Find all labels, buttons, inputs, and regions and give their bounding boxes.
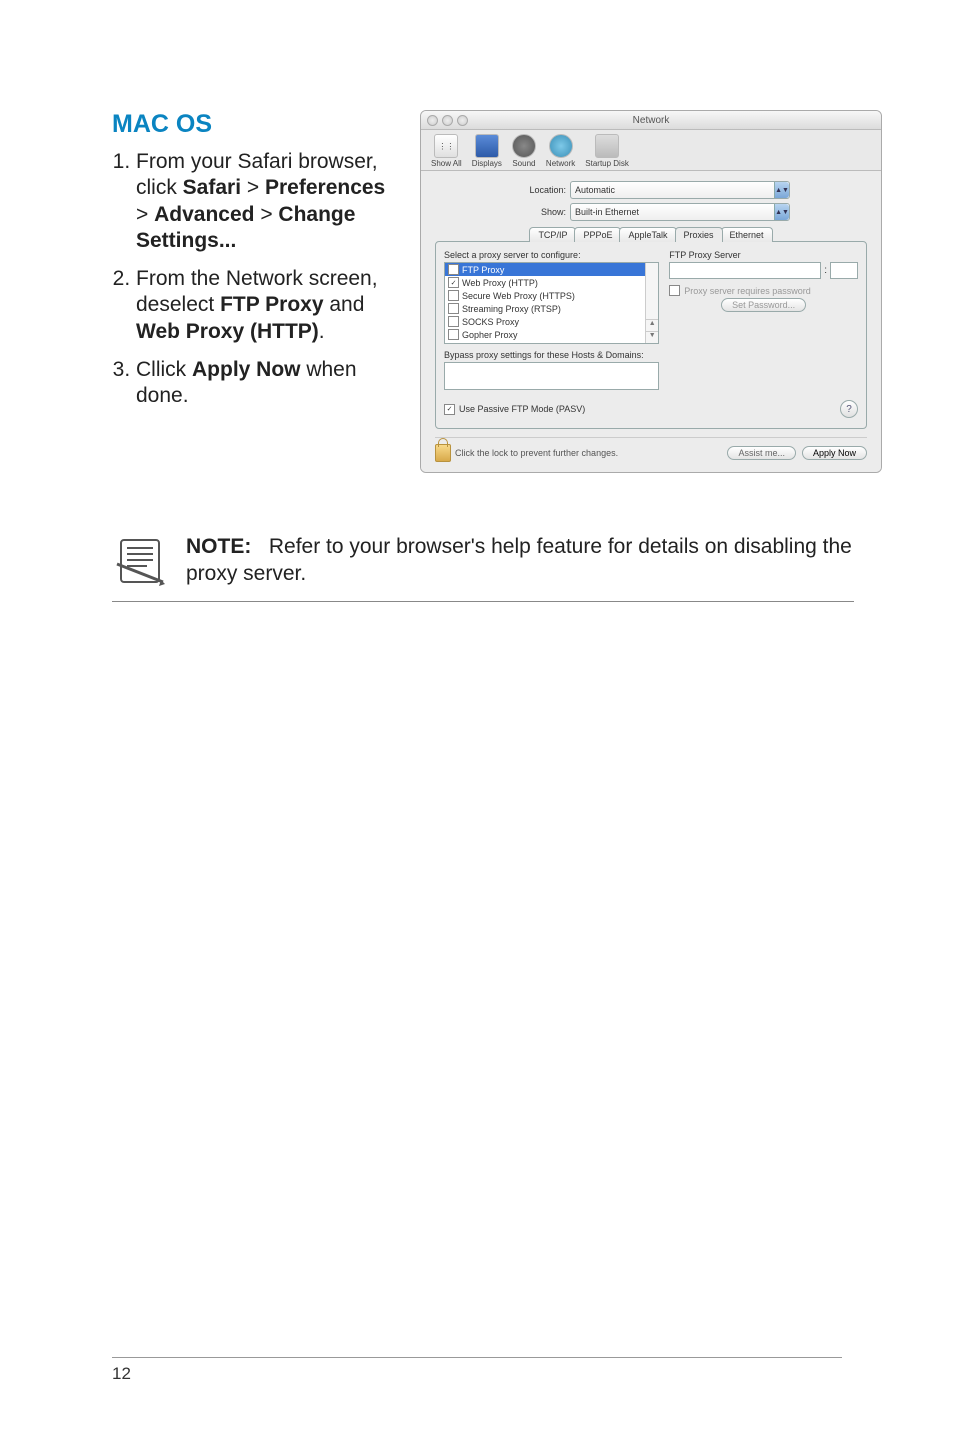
ftp-server-label: FTP Proxy Server xyxy=(669,250,858,260)
proxy-item-label: SOCKS Proxy xyxy=(462,317,519,327)
tab-ethernet: Ethernet xyxy=(721,227,773,242)
lock-icon xyxy=(435,444,451,462)
page-number: 12 xyxy=(112,1357,842,1384)
step-sep: > xyxy=(241,176,265,199)
scrollbar: ▲ ▼ xyxy=(645,263,658,343)
proxy-host-field xyxy=(669,262,821,279)
tab-tcpip: TCP/IP xyxy=(529,227,576,242)
bypass-label: Bypass proxy settings for these Hosts & … xyxy=(444,350,659,360)
toolbar-label: Displays xyxy=(472,159,502,168)
tab-appletalk: AppleTalk xyxy=(619,227,676,242)
tab-pppoe: PPPoE xyxy=(574,227,621,242)
list-item: Secure Web Proxy (HTTPS) xyxy=(445,289,658,302)
toolbar-network: Network xyxy=(546,134,575,168)
checkbox-icon xyxy=(669,285,680,296)
step-text: and xyxy=(324,293,365,316)
window-title: Network xyxy=(421,115,881,126)
location-select: Automatic ▲▼ xyxy=(570,181,790,199)
requires-password-label: Proxy server requires password xyxy=(684,286,811,296)
list-item: Gopher Proxy xyxy=(445,328,658,341)
displays-icon xyxy=(475,134,499,158)
step-1: From your Safari browser, click Safari >… xyxy=(136,149,400,254)
toolbar-startup: Startup Disk xyxy=(585,134,629,168)
note-body: Refer to your browser's help feature for… xyxy=(186,535,852,585)
proxy-item-label: FTP Proxy xyxy=(462,265,504,275)
checkbox-icon xyxy=(448,316,459,327)
scroll-up-icon: ▲ xyxy=(646,319,658,331)
toolbar-show-all: ⋮⋮Show All xyxy=(431,134,462,168)
step-sep: > xyxy=(136,203,154,226)
titlebar: Network xyxy=(421,111,881,130)
scroll-down-icon: ▼ xyxy=(646,331,658,343)
section-heading: MAC OS xyxy=(112,110,400,139)
prefs-body: Location: Automatic ▲▼ Show: Built-in Et… xyxy=(421,171,881,472)
steps-list: From your Safari browser, click Safari >… xyxy=(112,149,400,409)
location-value: Automatic xyxy=(575,185,615,195)
step-bold: Web Proxy (HTTP) xyxy=(136,320,319,343)
tab-row: TCP/IP PPPoE AppleTalk Proxies Ethernet xyxy=(435,227,867,242)
proxy-item-label: Web Proxy (HTTP) xyxy=(462,278,538,288)
list-item: SOCKS Proxy xyxy=(445,315,658,328)
step-text: Cllick xyxy=(136,358,192,381)
checkbox-icon xyxy=(448,329,459,340)
proxy-item-label: Gopher Proxy xyxy=(462,330,518,340)
toolbar-displays: Displays xyxy=(472,134,502,168)
show-select: Built-in Ethernet ▲▼ xyxy=(570,203,790,221)
assist-button: Assist me... xyxy=(727,446,796,460)
toolbar-label: Show All xyxy=(431,159,462,168)
chevron-updown-icon: ▲▼ xyxy=(774,204,789,220)
step-3: Cllick Apply Now when done. xyxy=(136,357,400,410)
apply-now-button: Apply Now xyxy=(802,446,867,460)
set-password-button: Set Password... xyxy=(721,298,806,312)
checkbox-icon xyxy=(448,264,459,275)
passive-ftp-label: Use Passive FTP Mode (PASV) xyxy=(459,404,585,414)
toolbar-label: Startup Disk xyxy=(585,159,629,168)
proxy-listbox: FTP Proxy Web Proxy (HTTP) Secure Web Pr… xyxy=(444,262,659,344)
location-label: Location: xyxy=(512,185,566,195)
screenshot-network-prefs: Network ⋮⋮Show All Displays Sound Networ… xyxy=(420,110,882,473)
step-bold: FTP Proxy xyxy=(220,293,323,316)
list-item: FTP Proxy xyxy=(445,263,658,276)
proxy-item-label: Secure Web Proxy (HTTPS) xyxy=(462,291,575,301)
checkbox-icon xyxy=(448,277,459,288)
toolbar-label: Network xyxy=(546,159,575,168)
sound-icon xyxy=(512,134,536,158)
show-label: Show: xyxy=(512,207,566,217)
tab-proxies: Proxies xyxy=(675,227,723,242)
checkbox-icon xyxy=(448,303,459,314)
lock-text: Click the lock to prevent further change… xyxy=(455,448,618,458)
note-label: NOTE: xyxy=(186,535,251,558)
step-bold: Apply Now xyxy=(192,358,301,381)
toolbar-sound: Sound xyxy=(512,134,536,168)
proxies-pane: Select a proxy server to configure: FTP … xyxy=(435,241,867,429)
step-bold: Preferences xyxy=(265,176,385,199)
checkbox-icon xyxy=(448,290,459,301)
note-text: NOTE: Refer to your browser's help featu… xyxy=(186,533,854,588)
grid-icon: ⋮⋮ xyxy=(434,134,458,158)
step-bold: Advanced xyxy=(154,203,254,226)
note-icon xyxy=(112,533,168,589)
show-value: Built-in Ethernet xyxy=(575,207,639,217)
proxy-port-field xyxy=(830,262,858,279)
step-sep: > xyxy=(254,203,278,226)
list-item: Streaming Proxy (RTSP) xyxy=(445,302,658,315)
step-2: From the Network screen, deselect FTP Pr… xyxy=(136,266,400,345)
chevron-updown-icon: ▲▼ xyxy=(774,182,789,198)
toolbar-label: Sound xyxy=(512,159,535,168)
checkbox-icon xyxy=(444,404,455,415)
startup-disk-icon xyxy=(595,134,619,158)
select-proxy-label: Select a proxy server to configure: xyxy=(444,250,659,260)
lock-row: Click the lock to prevent further change… xyxy=(435,437,867,462)
note-row: NOTE: Refer to your browser's help featu… xyxy=(112,533,854,602)
proxy-item-label: Streaming Proxy (RTSP) xyxy=(462,304,561,314)
step-bold: Safari xyxy=(183,176,241,199)
step-text: . xyxy=(319,320,325,343)
list-item: Web Proxy (HTTP) xyxy=(445,276,658,289)
network-icon xyxy=(549,134,573,158)
prefs-toolbar: ⋮⋮Show All Displays Sound Network Startu… xyxy=(421,130,881,171)
bypass-field xyxy=(444,362,659,390)
help-icon: ? xyxy=(840,400,858,418)
colon-sep: : xyxy=(824,265,827,276)
